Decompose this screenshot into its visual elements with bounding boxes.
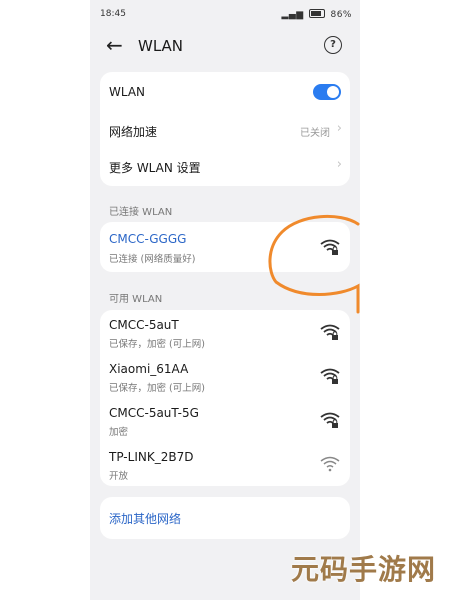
network-accel-row[interactable]: 网络加速 已关闭 › <box>100 112 350 148</box>
network-status: 开放 <box>109 471 129 482</box>
help-circle-icon[interactable]: ? <box>324 36 342 54</box>
watermark-text: 元码手游网 <box>290 553 436 586</box>
network-row[interactable]: CMCC-5auT 已保存，加密 (可上网) <box>100 310 350 354</box>
connected-status: 已连接 (网络质量好) <box>109 254 196 265</box>
wifi-locked-icon <box>320 239 340 255</box>
more-wlan-settings-label: 更多 WLAN 设置 <box>109 161 201 175</box>
battery-icon <box>309 9 326 18</box>
network-ssid: CMCC-5auT <box>109 318 179 332</box>
network-ssid: TP-LINK_2B7D <box>109 450 194 464</box>
network-status: 加密 <box>109 427 129 438</box>
status-bar: 18:45 ▂▄▆ 86% <box>90 0 360 28</box>
arrow-left-icon[interactable]: ← <box>106 34 123 56</box>
connected-ssid: CMCC-GGGG <box>109 232 187 246</box>
network-accel-value: 已关闭 <box>300 128 330 139</box>
battery-level: 86% <box>330 10 352 20</box>
signal-icon: ▂▄▆ <box>281 10 304 20</box>
connected-card: CMCC-GGGG 已连接 (网络质量好) <box>100 222 350 272</box>
network-status: 已保存，加密 (可上网) <box>109 383 205 394</box>
more-wlan-settings-row[interactable]: 更多 WLAN 设置 › <box>100 148 350 186</box>
wlan-label: WLAN <box>109 85 146 99</box>
available-section-label: 可用 WLAN <box>109 294 163 305</box>
add-network-card: 添加其他网络 <box>100 497 350 539</box>
phone-screen: 18:45 ▂▄▆ 86% ← WLAN ? WLAN 网络加速 已关闭 › 更… <box>90 0 360 600</box>
connected-network-row[interactable]: CMCC-GGGG 已连接 (网络质量好) <box>100 222 350 272</box>
wlan-toggle-row[interactable]: WLAN <box>100 72 350 112</box>
network-accel-label: 网络加速 <box>109 125 158 139</box>
wifi-locked-icon <box>320 412 340 428</box>
wifi-locked-icon <box>320 368 340 384</box>
network-row[interactable]: TP-LINK_2B7D 开放 <box>100 442 350 486</box>
network-row[interactable]: CMCC-5auT-5G 加密 <box>100 398 350 442</box>
settings-card: WLAN 网络加速 已关闭 › 更多 WLAN 设置 › <box>100 72 350 186</box>
wlan-toggle[interactable] <box>313 84 341 100</box>
wifi-locked-icon <box>320 324 340 340</box>
chevron-right-icon: › <box>336 157 342 172</box>
network-status: 已保存，加密 (可上网) <box>109 339 205 350</box>
available-card: CMCC-5auT 已保存，加密 (可上网) Xiaomi_61AA 已保存，加… <box>100 310 350 486</box>
network-ssid: Xiaomi_61AA <box>109 362 189 376</box>
add-other-network-link[interactable]: 添加其他网络 <box>109 510 181 527</box>
wifi-icon <box>320 456 340 472</box>
toggle-knob <box>327 86 339 98</box>
page-title: WLAN <box>138 37 184 55</box>
title-bar: ← WLAN ? <box>90 28 360 64</box>
status-time: 18:45 <box>100 9 126 19</box>
chevron-right-icon: › <box>336 121 342 136</box>
network-row[interactable]: Xiaomi_61AA 已保存，加密 (可上网) <box>100 354 350 398</box>
status-icons: ▂▄▆ 86% <box>281 9 352 20</box>
network-ssid: CMCC-5auT-5G <box>109 406 199 420</box>
connected-section-label: 已连接 WLAN <box>109 207 173 218</box>
